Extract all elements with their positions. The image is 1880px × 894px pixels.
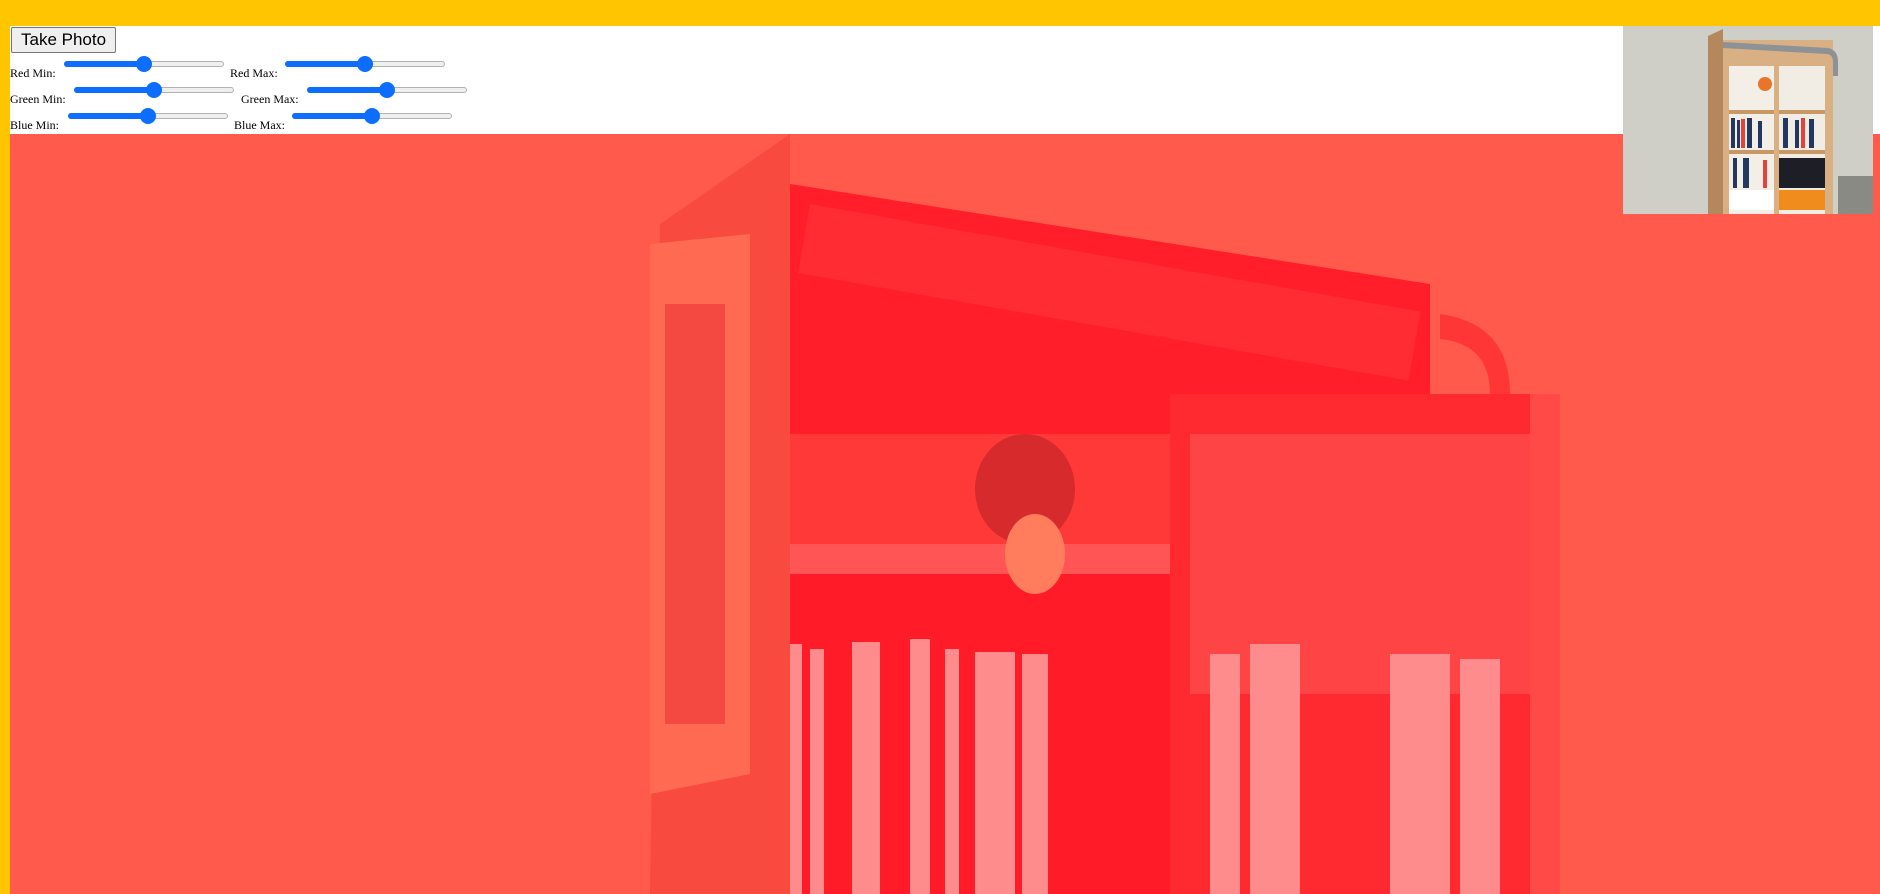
blue-min-slider[interactable] xyxy=(68,108,228,124)
red-min-control: Red Min: xyxy=(10,54,230,80)
blue-min-control: Blue Min: xyxy=(10,106,234,132)
slider-fill xyxy=(64,61,144,67)
red-min-label: Red Min: xyxy=(10,66,56,80)
green-max-label: Green Max: xyxy=(241,92,299,106)
slider-thumb[interactable] xyxy=(146,82,162,98)
slider-thumb[interactable] xyxy=(140,108,156,124)
green-min-slider[interactable] xyxy=(74,82,234,98)
filtered-video-feed xyxy=(10,134,1880,894)
blue-min-label: Blue Min: xyxy=(10,118,60,132)
red-min-slider[interactable] xyxy=(64,56,224,72)
take-photo-button[interactable]: Take Photo xyxy=(11,27,117,53)
green-max-slider[interactable] xyxy=(307,82,467,98)
app-frame: Take Photo Red Min: Red Max: Green Min: … xyxy=(10,26,1880,894)
slider-fill xyxy=(74,87,154,93)
slider-fill xyxy=(285,61,365,67)
slider-fill xyxy=(68,113,148,119)
filtered-video-image xyxy=(10,134,1880,894)
original-camera-thumbnail xyxy=(1623,26,1873,214)
green-min-label: Green Min: xyxy=(10,92,66,106)
red-max-control: Red Max: xyxy=(230,54,470,80)
slider-fill xyxy=(292,113,372,119)
camera-thumbnail-image xyxy=(1623,26,1873,214)
slider-thumb[interactable] xyxy=(379,82,395,98)
green-max-control: Green Max: xyxy=(241,80,481,106)
green-min-control: Green Min: xyxy=(10,80,241,106)
slider-fill xyxy=(307,87,387,93)
slider-thumb[interactable] xyxy=(364,108,380,124)
red-max-label: Red Max: xyxy=(230,66,278,80)
blue-max-slider[interactable] xyxy=(292,108,452,124)
blue-max-control: Blue Max: xyxy=(234,106,474,132)
slider-thumb[interactable] xyxy=(357,56,373,72)
slider-thumb[interactable] xyxy=(136,56,152,72)
controls-panel: Take Photo Red Min: Red Max: Green Min: … xyxy=(10,26,610,134)
blue-max-label: Blue Max: xyxy=(234,118,285,132)
red-max-slider[interactable] xyxy=(285,56,445,72)
